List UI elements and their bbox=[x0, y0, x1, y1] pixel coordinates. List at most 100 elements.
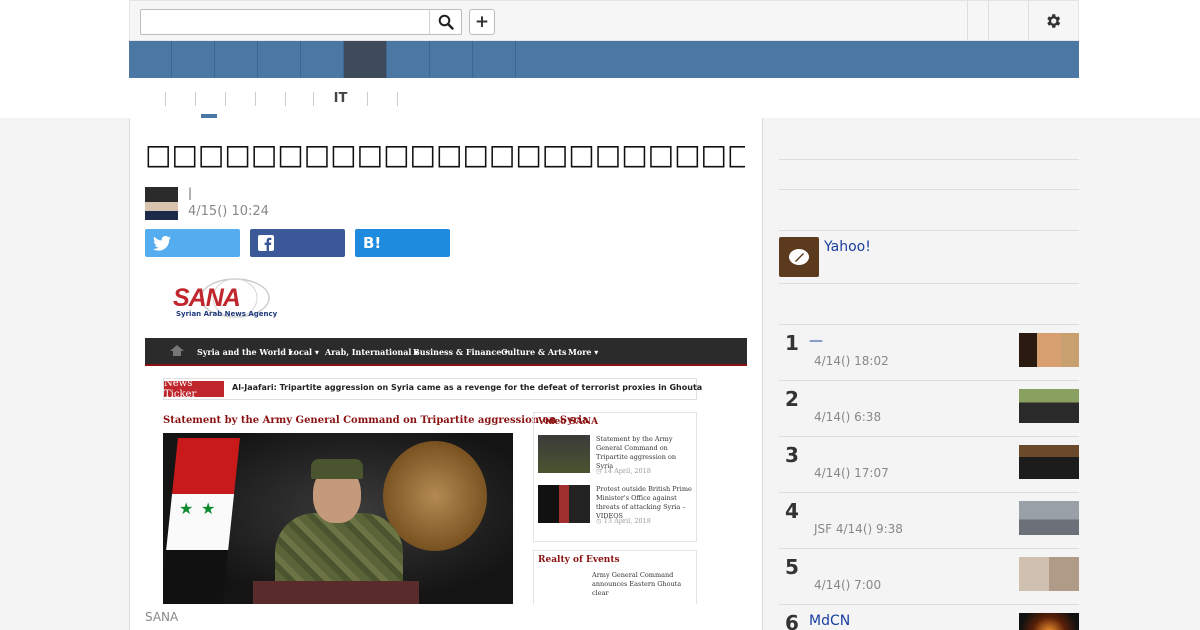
officer-photo: ★ ★ bbox=[163, 433, 513, 604]
home-icon-body bbox=[173, 351, 181, 356]
yahoo-link[interactable]: Yahoo! bbox=[824, 239, 871, 255]
settings-button[interactable] bbox=[1038, 10, 1068, 32]
rank-title[interactable]: — bbox=[809, 333, 823, 349]
header-slot[interactable] bbox=[967, 1, 988, 40]
yahoo-author-icon[interactable] bbox=[779, 237, 819, 277]
sana-menu-item: Local ▾ bbox=[288, 347, 319, 357]
subnav-item-active[interactable] bbox=[196, 92, 226, 106]
twitter-icon bbox=[153, 235, 171, 251]
rank-title[interactable]: MdCN bbox=[809, 613, 850, 629]
realty-heading: Realty of Events bbox=[538, 555, 620, 565]
article-title: □□□□□□□□□□□□□□□□□□□□□□□□□□□□□□□□□□ bbox=[145, 138, 745, 171]
video-thumbnail bbox=[538, 485, 590, 523]
nav-item[interactable] bbox=[129, 41, 172, 78]
header-slot[interactable] bbox=[988, 1, 1028, 40]
divider bbox=[779, 230, 1079, 231]
ticker-text: Al-Jaafari: Tripartite aggression on Syr… bbox=[232, 383, 703, 392]
rank-number: 4 bbox=[785, 499, 799, 523]
sana-menu-item: Syria and the World ▾ bbox=[197, 347, 293, 357]
video-title: Protest outside British Prime Minister's… bbox=[596, 485, 692, 520]
share-twitter-button[interactable] bbox=[145, 229, 240, 257]
add-button[interactable]: + bbox=[469, 9, 495, 35]
video-date: ◷ 14 April, 2018 bbox=[596, 467, 651, 475]
rank-thumbnail[interactable] bbox=[1019, 557, 1079, 591]
search-input[interactable] bbox=[141, 10, 429, 34]
rank-thumbnail[interactable] bbox=[1019, 333, 1079, 367]
nav-item[interactable] bbox=[473, 41, 516, 78]
officer-cap bbox=[311, 459, 363, 479]
rank-thumbnail[interactable] bbox=[1019, 445, 1079, 479]
sana-menu-item: More ▾ bbox=[568, 347, 599, 357]
nav-item[interactable] bbox=[258, 41, 301, 78]
search-button[interactable] bbox=[429, 10, 461, 34]
ranking-item[interactable]: 5 4/14() 7:00 bbox=[779, 548, 1079, 604]
video-title: Statement by the Army General Command on… bbox=[596, 435, 677, 470]
sana-logo-subtitle: Syrian Arab News Agency bbox=[176, 310, 278, 318]
syrian-flag bbox=[163, 438, 240, 604]
publish-date: 4/15() 10:24 bbox=[188, 204, 269, 219]
flag-star-icon: ★ bbox=[179, 499, 194, 518]
subnav-item[interactable] bbox=[368, 92, 398, 106]
ranking-item[interactable]: 2 4/14() 6:38 bbox=[779, 380, 1079, 436]
nav-item[interactable] bbox=[387, 41, 430, 78]
sana-menu-item: Arab, International ▾ bbox=[325, 347, 419, 357]
subnav-item[interactable] bbox=[256, 92, 286, 106]
rank-number: 6 bbox=[785, 611, 799, 630]
nav-item[interactable] bbox=[215, 41, 258, 78]
rank-thumbnail[interactable] bbox=[1019, 389, 1079, 423]
nav-item[interactable] bbox=[430, 41, 473, 78]
subnav-item-it[interactable]: IT bbox=[314, 92, 368, 106]
share-facebook-button[interactable] bbox=[250, 229, 345, 257]
statement-headline: Statement by the Army General Command on… bbox=[163, 415, 589, 426]
flag-star-icon: ★ bbox=[201, 499, 216, 518]
magnifier-icon bbox=[438, 14, 454, 30]
news-ticker: News Ticker Al-Jaafari: Tripartite aggre… bbox=[163, 378, 702, 400]
rank-thumbnail[interactable] bbox=[1019, 501, 1079, 535]
sana-logo-text: SANA bbox=[173, 284, 241, 312]
sana-menu-item: Culture & Arts bbox=[501, 347, 567, 357]
image-caption: SANA bbox=[145, 610, 179, 624]
facebook-icon bbox=[258, 235, 274, 251]
rank-number: 3 bbox=[785, 443, 799, 467]
subnav-item[interactable] bbox=[286, 92, 314, 106]
rank-meta: 4/14() 18:02 bbox=[814, 354, 889, 368]
hatena-bookmark-icon: B! bbox=[363, 234, 382, 252]
ranking-item[interactable]: 4 JSF 4/14() 9:38 bbox=[779, 492, 1079, 548]
video-thumbnail bbox=[538, 435, 590, 473]
divider bbox=[779, 159, 1079, 160]
rank-meta: JSF 4/14() 9:38 bbox=[814, 522, 903, 536]
podium bbox=[253, 581, 419, 604]
rank-number: 5 bbox=[785, 555, 799, 579]
rank-meta: 4/14() 7:00 bbox=[814, 578, 882, 592]
ranking-item[interactable]: 3 4/14() 17:07 bbox=[779, 436, 1079, 492]
video-sana-box: Video SANA Statement by the Army General… bbox=[533, 412, 697, 542]
nav-item-active[interactable] bbox=[344, 41, 387, 78]
video-item: Statement by the Army General Command on… bbox=[538, 435, 694, 477]
subnav-item[interactable] bbox=[166, 92, 196, 106]
nav-item[interactable] bbox=[301, 41, 344, 78]
rank-meta: 4/14() 6:38 bbox=[814, 410, 882, 424]
sidebar: Yahoo! 1 — 4/14() 18:02 2 4/14() 6:38 3 … bbox=[779, 118, 1079, 630]
rank-number: 2 bbox=[785, 387, 799, 411]
share-hatena-button[interactable]: B! bbox=[355, 229, 450, 257]
rank-thumbnail[interactable] bbox=[1019, 613, 1079, 630]
video-date: ◷ 13 April, 2018 bbox=[596, 517, 651, 525]
nav-item[interactable] bbox=[172, 41, 215, 78]
author-avatar[interactable] bbox=[145, 187, 178, 220]
main-nav bbox=[129, 41, 1079, 78]
realty-events-box: Realty of Events Army General Command an… bbox=[533, 550, 697, 604]
author-line[interactable]: | bbox=[188, 186, 192, 200]
search-box bbox=[140, 9, 462, 35]
sub-nav: IT bbox=[129, 78, 1079, 118]
quill-icon bbox=[789, 249, 809, 265]
article-image[interactable]: SANA Syrian Arab News Agency Syria and t… bbox=[145, 268, 747, 604]
article: □□□□□□□□□□□□□□□□□□□□□□□□□□□□□□□□□□ | 4/1… bbox=[129, 118, 763, 630]
divider bbox=[779, 283, 1079, 284]
divider bbox=[779, 189, 1079, 190]
ranking-item[interactable]: 6 MdCN bbox=[779, 604, 1079, 630]
video-item: Protest outside British Prime Minister's… bbox=[538, 485, 694, 527]
subnav-item[interactable] bbox=[226, 92, 256, 106]
ranking-item[interactable]: 1 — 4/14() 18:02 bbox=[779, 324, 1079, 380]
ticker-label: News Ticker bbox=[164, 378, 224, 400]
subnav-item[interactable] bbox=[134, 92, 166, 106]
